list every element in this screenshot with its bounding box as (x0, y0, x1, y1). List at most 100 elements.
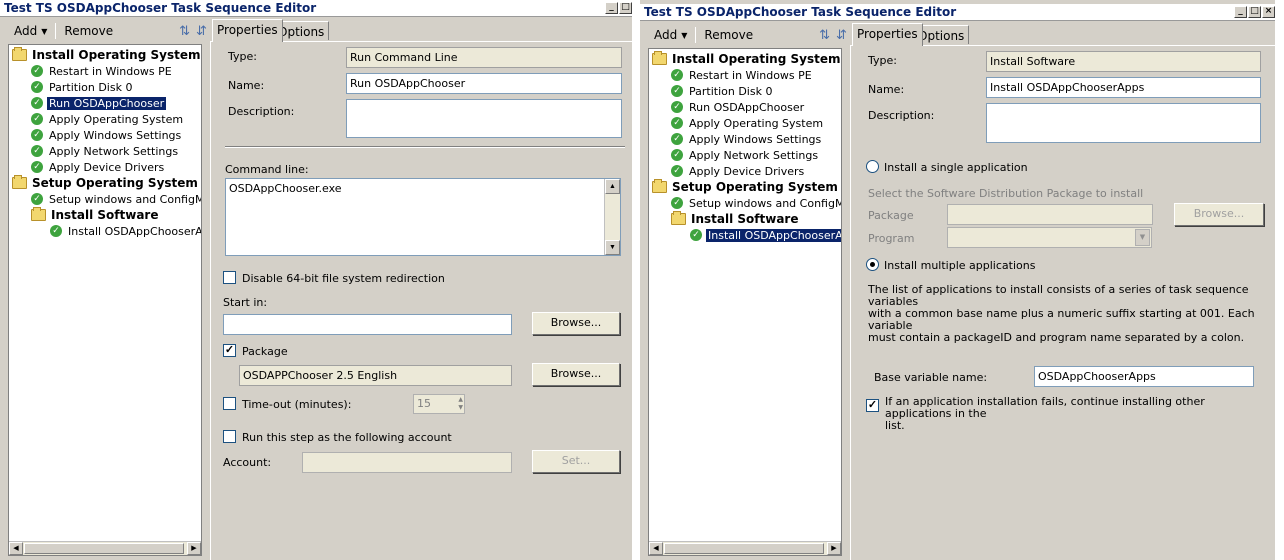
command-line-scrollbar[interactable]: ▲ ▼ (604, 179, 620, 255)
tree-item-label: Run OSDAppChooser (689, 100, 805, 114)
command-line-input[interactable]: OSDAppChooser.exe (225, 178, 621, 256)
package-checkbox[interactable]: ✓ (223, 344, 236, 357)
tree-item[interactable]: Install Operating System (652, 51, 841, 67)
success-check-icon: ✓ (31, 97, 43, 109)
tree-horizontal-scrollbar[interactable]: ◀ ▶ (649, 541, 841, 555)
browse-start-in-button[interactable]: Browse... (532, 312, 620, 335)
tree-item[interactable]: ✓ Setup windows and ConfigMgr (31, 191, 201, 207)
select-package-label: Select the Software Distribution Package… (868, 187, 1144, 200)
tree-item[interactable]: ✓ Run OSDAppChooser (671, 99, 806, 115)
spinner-arrows-icon[interactable]: ▲ ▼ (458, 396, 463, 412)
scrollbar-thumb[interactable] (24, 543, 184, 554)
description-input[interactable] (346, 99, 622, 138)
tree-item-label: Setup Operating System (32, 176, 198, 190)
description-line: The list of applications to install cons… (868, 283, 1249, 308)
success-check-icon: ✓ (671, 149, 683, 161)
scroll-down-icon[interactable]: ▼ (605, 240, 620, 255)
success-check-icon: ✓ (671, 101, 683, 113)
tree-item[interactable]: ✓ Apply Device Drivers (671, 163, 806, 179)
chevron-down-icon: ▼ (41, 26, 48, 36)
folder-icon (652, 51, 667, 65)
continue-label-line: list. (885, 419, 905, 432)
tab-options-label: Options (918, 29, 965, 43)
timeout-spinner[interactable]: 15 ▲ ▼ (413, 394, 465, 414)
move-up-icon[interactable]: ⇅ (179, 24, 190, 39)
start-in-input[interactable] (223, 314, 512, 335)
name-input[interactable]: Install OSDAppChooserApps (986, 77, 1261, 98)
tree-horizontal-scrollbar[interactable]: ◀ ▶ (9, 541, 201, 555)
tree-item[interactable]: ✓ Apply Operating System (671, 115, 825, 131)
add-menu-button[interactable]: Add ▼ (8, 22, 53, 40)
success-check-icon: ✓ (31, 113, 43, 125)
window-title-bar[interactable]: Test TS OSDAppChooser Task Sequence Edit… (640, 4, 1275, 21)
scrollbar-thumb[interactable] (664, 543, 824, 554)
tree-item[interactable]: ✓ Apply Operating System (31, 111, 185, 127)
name-input[interactable]: Run OSDAppChooser (346, 73, 622, 94)
tree-item[interactable]: Install Operating System (12, 47, 201, 63)
timeout-checkbox[interactable] (223, 397, 236, 410)
tree-item[interactable]: ✓ Partition Disk 0 (31, 79, 134, 95)
tree-item[interactable]: ✓ Run OSDAppChooser (31, 95, 168, 111)
remove-label: Remove (64, 24, 114, 38)
chevron-down-icon[interactable]: ▼ (1135, 229, 1150, 246)
success-check-icon: ✓ (671, 165, 683, 177)
scroll-right-icon[interactable]: ▶ (187, 542, 201, 555)
tree-item[interactable]: ✓ Partition Disk 0 (671, 83, 774, 99)
multiple-apps-radio[interactable] (866, 258, 879, 271)
remove-button[interactable]: Remove (698, 26, 759, 44)
tree-item[interactable]: ✓ Apply Network Settings (671, 147, 820, 163)
close-button[interactable]: × (1262, 6, 1275, 18)
description-input[interactable] (986, 103, 1261, 143)
tree-item[interactable]: ✓Install OSDAppChooserApps (50, 223, 201, 239)
browse-package-button[interactable]: Browse... (532, 363, 620, 386)
tree-item[interactable]: Setup Operating System (12, 175, 200, 191)
tree-item[interactable]: ✓ Apply Device Drivers (31, 159, 166, 175)
description-line: with a common base name plus a numeric s… (868, 307, 1255, 332)
task-sequence-tree[interactable]: ◀ ▶ Install Operating System ✓ Restart in … (8, 44, 202, 556)
tree-item[interactable]: Install Software (671, 211, 800, 227)
add-menu-button[interactable]: Add ▼ (648, 26, 693, 44)
tree-item[interactable]: ✓ Restart in Windows PE (31, 63, 174, 79)
task-sequence-editor-window-2: Test TS OSDAppChooser Task Sequence Edit… (640, 0, 1275, 560)
tree-item[interactable]: ✓Install OSDAppChooserApps (690, 227, 841, 243)
minimize-button[interactable]: _ (605, 2, 618, 14)
window-controls: _ □ × (1234, 6, 1275, 18)
window-title-bar[interactable]: Test TS OSDAppChooser Task Sequence Edit… (0, 0, 632, 17)
tree-item[interactable]: ✓ Apply Windows Settings (671, 131, 823, 147)
scroll-left-icon[interactable]: ◀ (649, 542, 663, 555)
single-app-radio[interactable] (866, 160, 879, 173)
move-up-icon[interactable]: ⇅ (819, 28, 830, 43)
tree-item[interactable]: ✓ Restart in Windows PE (671, 67, 814, 83)
scroll-left-icon[interactable]: ◀ (9, 542, 23, 555)
base-variable-input[interactable]: OSDAppChooserApps (1034, 366, 1254, 387)
maximize-button[interactable]: □ (1248, 6, 1261, 18)
tree-item[interactable]: Setup Operating System (652, 179, 840, 195)
account-input[interactable] (302, 452, 512, 473)
tree-item[interactable]: ✓ Apply Network Settings (31, 143, 180, 159)
tree-item-label: Apply Network Settings (49, 144, 179, 158)
move-down-icon[interactable]: ⇵ (836, 28, 847, 43)
tree-item[interactable]: Install Software (31, 207, 160, 223)
scroll-up-icon[interactable]: ▲ (605, 179, 620, 194)
program-select[interactable]: ▼ (947, 227, 1152, 248)
tree-item[interactable]: ✓ Apply Windows Settings (31, 127, 183, 143)
remove-button[interactable]: Remove (58, 22, 119, 40)
task-sequence-tree[interactable]: ◀ ▶ Install Operating System ✓ Restart in … (648, 48, 842, 556)
browse-package-button[interactable]: Browse... (1174, 203, 1264, 226)
window-controls: _ □ (605, 2, 632, 14)
run-as-checkbox[interactable] (223, 430, 236, 443)
tree-item[interactable]: ✓ Setup windows and ConfigMgr (671, 195, 841, 211)
set-account-button[interactable]: Set... (532, 450, 620, 473)
maximize-button[interactable]: □ (619, 2, 632, 14)
window-title: Test TS OSDAppChooser Task Sequence Edit… (644, 5, 957, 19)
name-label: Name: (228, 79, 265, 92)
disable-redirection-checkbox[interactable] (223, 271, 236, 284)
continue-on-fail-checkbox[interactable]: ✓ (866, 399, 879, 412)
tab-properties[interactable]: Properties (212, 19, 283, 42)
scroll-right-icon[interactable]: ▶ (827, 542, 841, 555)
package-field (947, 204, 1153, 225)
move-down-icon[interactable]: ⇵ (196, 24, 207, 39)
type-label: Type: (228, 50, 257, 63)
minimize-button[interactable]: _ (1234, 6, 1247, 18)
tab-properties[interactable]: Properties (852, 23, 923, 46)
